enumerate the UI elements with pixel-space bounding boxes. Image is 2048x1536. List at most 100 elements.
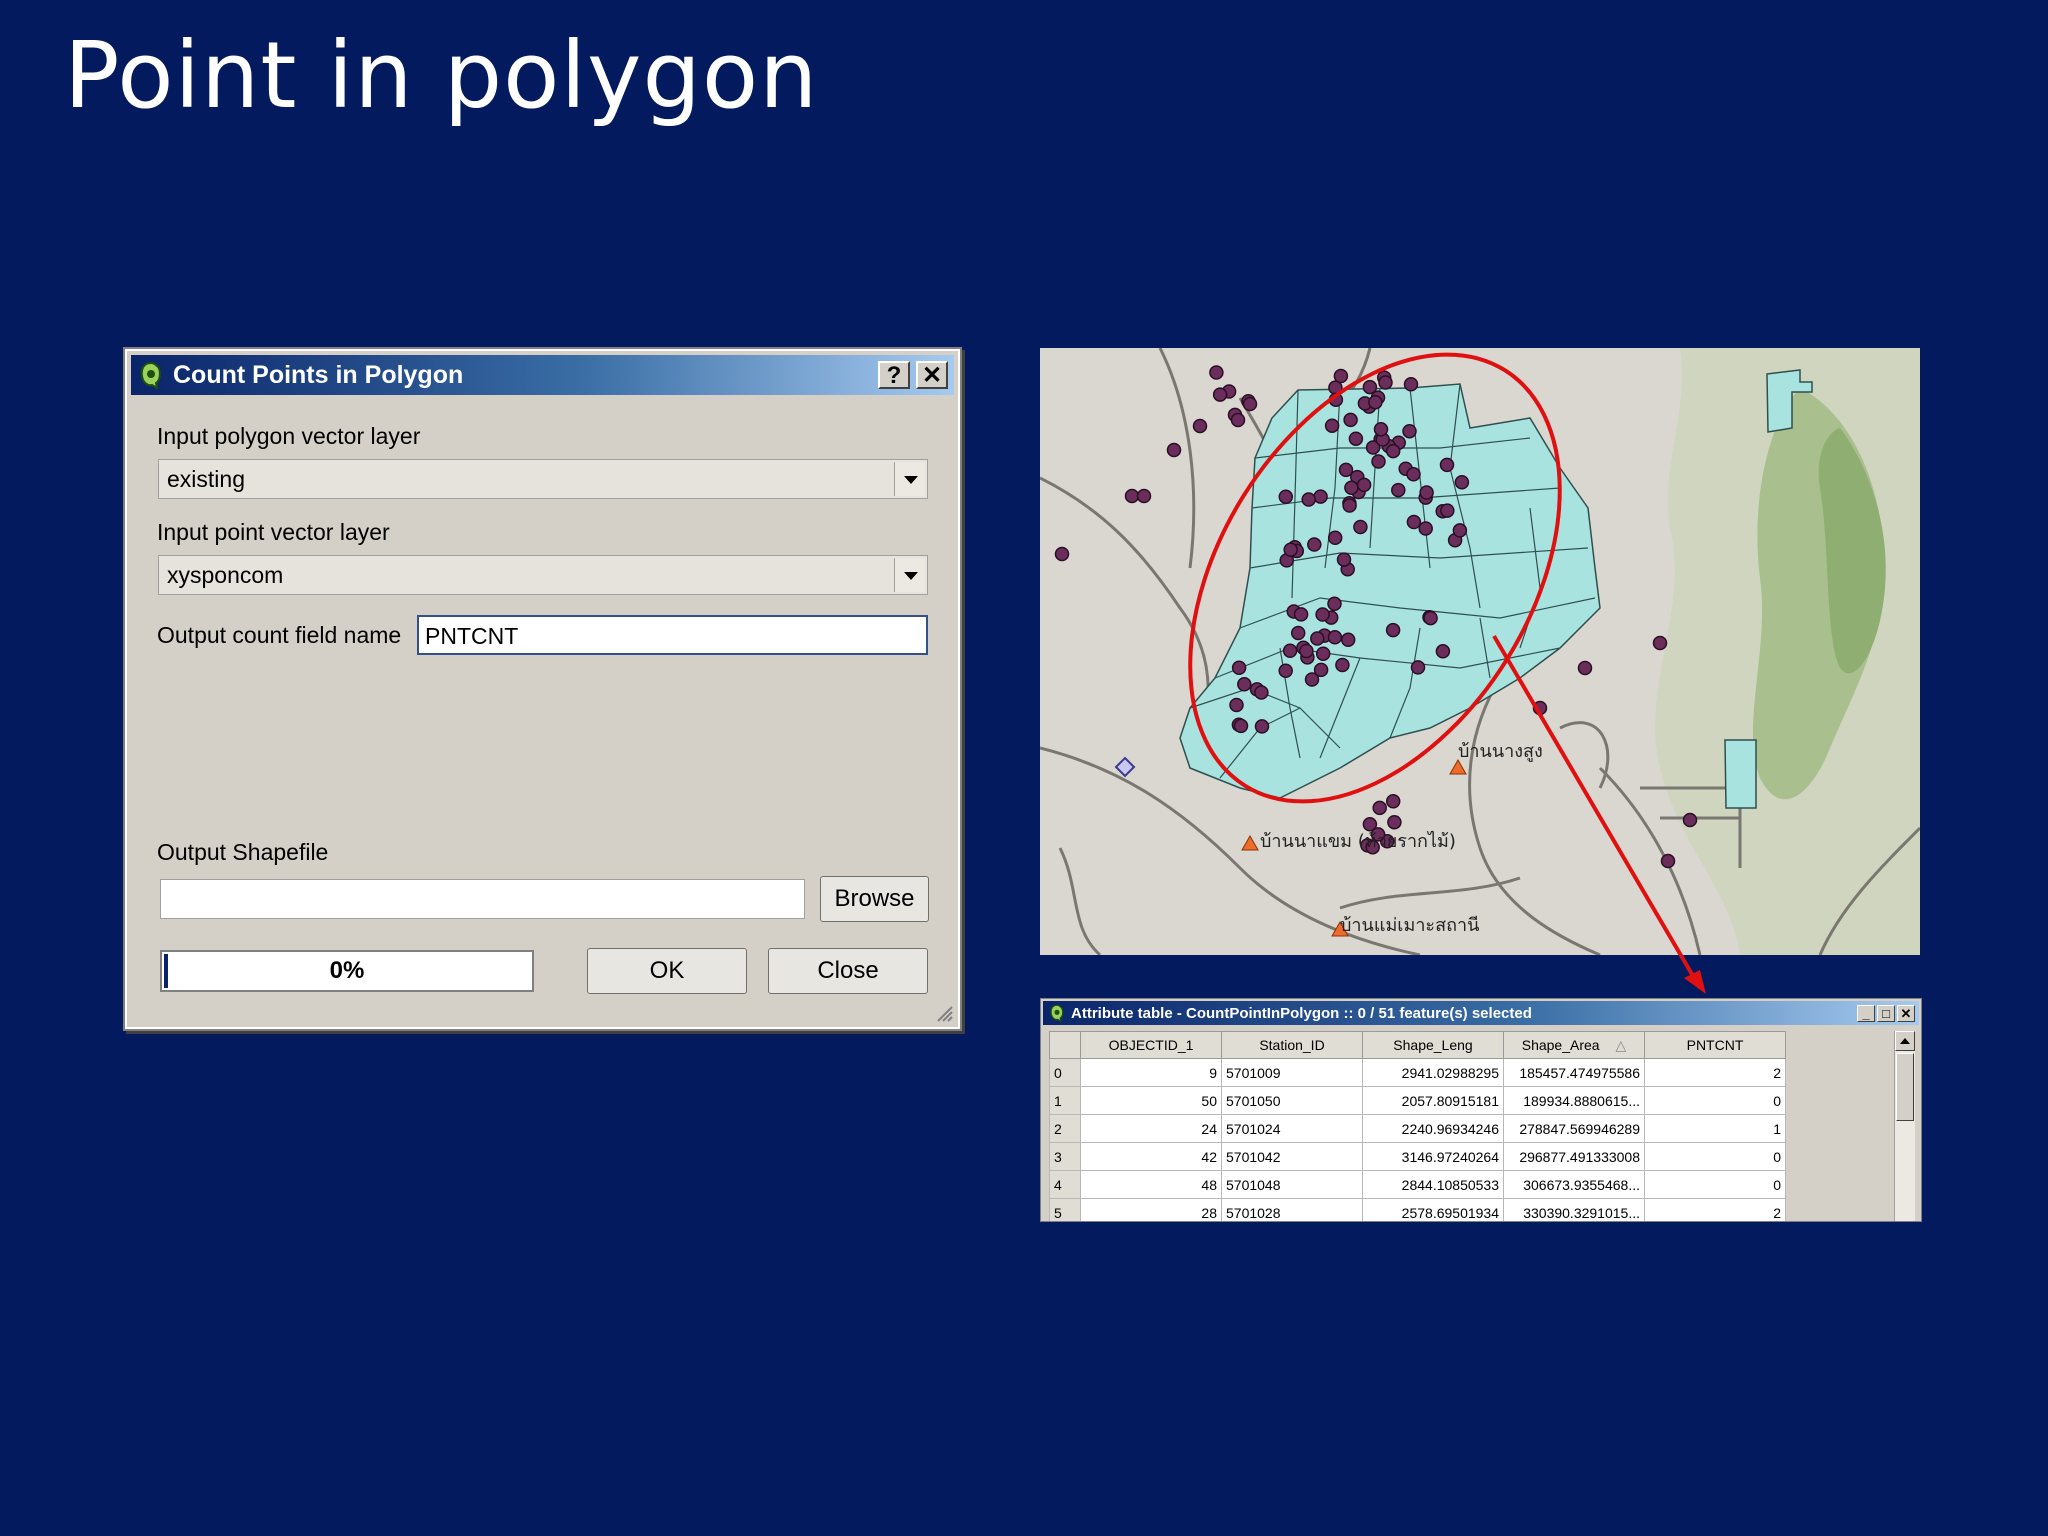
browse-button[interactable]: Browse: [820, 876, 929, 922]
station-point: [1403, 377, 1419, 392]
count-field-input[interactable]: PNTCNT: [417, 615, 928, 655]
point-layer-select[interactable]: xysponcom: [158, 555, 928, 595]
table-cell[interactable]: 2578.69501934: [1362, 1198, 1504, 1221]
column-header[interactable]: PNTCNT: [1644, 1031, 1786, 1059]
table-cell[interactable]: 5701042: [1221, 1142, 1363, 1171]
station-point: [1371, 454, 1386, 469]
corner-header[interactable]: [1049, 1031, 1081, 1059]
table-cell[interactable]: 5701024: [1221, 1114, 1363, 1143]
station-point: [1304, 672, 1320, 687]
table-cell[interactable]: 189934.8880615...: [1503, 1086, 1645, 1115]
resize-grip-icon[interactable]: [932, 1001, 954, 1023]
row-header[interactable]: 4: [1049, 1170, 1081, 1199]
table-cell[interactable]: 9: [1080, 1058, 1222, 1087]
polygon-layer-select[interactable]: existing: [158, 459, 928, 499]
table-cell[interactable]: 185457.474975586: [1503, 1058, 1645, 1087]
station-point: [1385, 622, 1401, 638]
row-header[interactable]: 3: [1049, 1142, 1081, 1171]
map-canvas[interactable]: บ้านนางสูง บ้านนาแขม (ห้วยรากไม้) บ้านแม…: [1040, 348, 1920, 955]
maximize-button[interactable]: □: [1877, 1005, 1895, 1022]
table-cell[interactable]: 3146.97240264: [1362, 1142, 1504, 1171]
station-point: [1368, 394, 1383, 410]
station-point: [1378, 375, 1393, 390]
table-cell[interactable]: 278847.569946289: [1503, 1114, 1645, 1143]
row-header[interactable]: 1: [1049, 1086, 1081, 1115]
attribute-grid: OBJECTID_1 Station_ID Shape_Leng Shape_A…: [1049, 1031, 1786, 1221]
chevron-down-icon[interactable]: [894, 558, 925, 592]
row-header[interactable]: 5: [1049, 1198, 1081, 1221]
table-row[interactable]: 2 24 5701024 2240.96934246 278847.569946289 1: [1049, 1114, 1786, 1143]
minimize-button[interactable]: _: [1857, 1005, 1875, 1022]
scroll-up-icon[interactable]: [1895, 1031, 1915, 1051]
table-row[interactable]: 0 9 5701009 2941.02988295 185457.474975586 2: [1049, 1058, 1786, 1087]
station-point: [1418, 521, 1433, 536]
station-point: [1385, 794, 1401, 809]
table-cell[interactable]: 296877.491333008: [1503, 1142, 1645, 1171]
column-header[interactable]: Station_ID: [1221, 1031, 1363, 1059]
vertical-scrollbar[interactable]: [1894, 1031, 1915, 1221]
table-cell[interactable]: 28: [1080, 1198, 1222, 1221]
station-point: [1373, 422, 1389, 437]
station-point: [1313, 489, 1328, 504]
table-cell[interactable]: 5701048: [1221, 1170, 1363, 1199]
map-label-village-1: บ้านนางสูง: [1458, 741, 1543, 762]
close-window-button[interactable]: ✕: [1897, 1005, 1915, 1022]
table-cell[interactable]: 24: [1080, 1114, 1222, 1143]
station-point: [1577, 660, 1593, 676]
map-label-village-2: บ้านนาแขม (ห้วยรากไม้): [1260, 831, 1456, 852]
table-cell[interactable]: 0: [1644, 1170, 1786, 1199]
column-header[interactable]: OBJECTID_1: [1080, 1031, 1222, 1059]
table-cell[interactable]: 0: [1644, 1086, 1786, 1115]
station-point: [1410, 660, 1426, 675]
table-cell[interactable]: 330390.3291015...: [1503, 1198, 1645, 1221]
table-cell[interactable]: 2057.80915181: [1362, 1086, 1504, 1115]
station-point: [1423, 610, 1438, 626]
station-point: [1254, 719, 1270, 734]
station-point: [1419, 485, 1434, 500]
qgis-icon: [1050, 1004, 1064, 1022]
station-point: [1212, 387, 1228, 402]
table-cell[interactable]: 5701050: [1221, 1086, 1363, 1115]
row-header[interactable]: 0: [1049, 1058, 1081, 1087]
table-cell[interactable]: 0: [1644, 1142, 1786, 1171]
station-point: [1254, 685, 1269, 700]
ok-button[interactable]: OK: [587, 948, 747, 994]
row-header[interactable]: 2: [1049, 1114, 1081, 1143]
station-point: [1166, 442, 1182, 458]
scroll-thumb[interactable]: [1896, 1053, 1914, 1121]
close-button[interactable]: Close: [768, 948, 928, 994]
table-row[interactable]: 4 48 5701048 2844.10850533 306673.9355468...…: [1049, 1170, 1786, 1199]
table-cell[interactable]: 5701028: [1221, 1198, 1363, 1221]
table-row[interactable]: 1 50 5701050 2057.80915181 189934.8880615...…: [1049, 1086, 1786, 1115]
table-cell[interactable]: 2844.10850533: [1362, 1170, 1504, 1199]
station-point: [1310, 631, 1325, 646]
close-x-button[interactable]: ✕: [916, 361, 948, 389]
table-cell[interactable]: 2: [1644, 1058, 1786, 1087]
table-row[interactable]: 3 42 5701042 3146.97240264 296877.491333008 0: [1049, 1142, 1786, 1171]
station-point: [1136, 488, 1152, 504]
table-cell[interactable]: 50: [1080, 1086, 1222, 1115]
station-point: [1435, 644, 1451, 659]
table-cell[interactable]: 1: [1644, 1114, 1786, 1143]
station-point: [1439, 457, 1455, 473]
table-cell[interactable]: 42: [1080, 1142, 1222, 1171]
station-point: [1054, 546, 1070, 562]
table-cell[interactable]: 5701009: [1221, 1058, 1363, 1087]
station-point: [1391, 482, 1406, 498]
table-cell[interactable]: 48: [1080, 1170, 1222, 1199]
table-cell[interactable]: 2240.96934246: [1362, 1114, 1504, 1143]
table-cell[interactable]: 306673.9355468...: [1503, 1170, 1645, 1199]
station-point: [1324, 418, 1340, 433]
output-shapefile-input[interactable]: [160, 879, 805, 919]
help-button[interactable]: ?: [878, 361, 910, 389]
column-header[interactable]: Shape_Area △: [1503, 1031, 1645, 1059]
table-cell[interactable]: 2941.02988295: [1362, 1058, 1504, 1087]
dialog-titlebar[interactable]: Count Points in Polygon ? ✕: [131, 355, 954, 395]
table-row[interactable]: 5 28 5701028 2578.69501934 330390.3291015...…: [1049, 1198, 1786, 1221]
column-header[interactable]: Shape_Leng: [1362, 1031, 1504, 1059]
chevron-down-icon[interactable]: [894, 462, 925, 496]
polygon-layer-value: existing: [167, 466, 245, 492]
attribute-table-titlebar[interactable]: Attribute table - CountPointInPolygon ::…: [1043, 1001, 1919, 1025]
table-cell[interactable]: 2: [1644, 1198, 1786, 1221]
station-point: [1209, 365, 1224, 380]
